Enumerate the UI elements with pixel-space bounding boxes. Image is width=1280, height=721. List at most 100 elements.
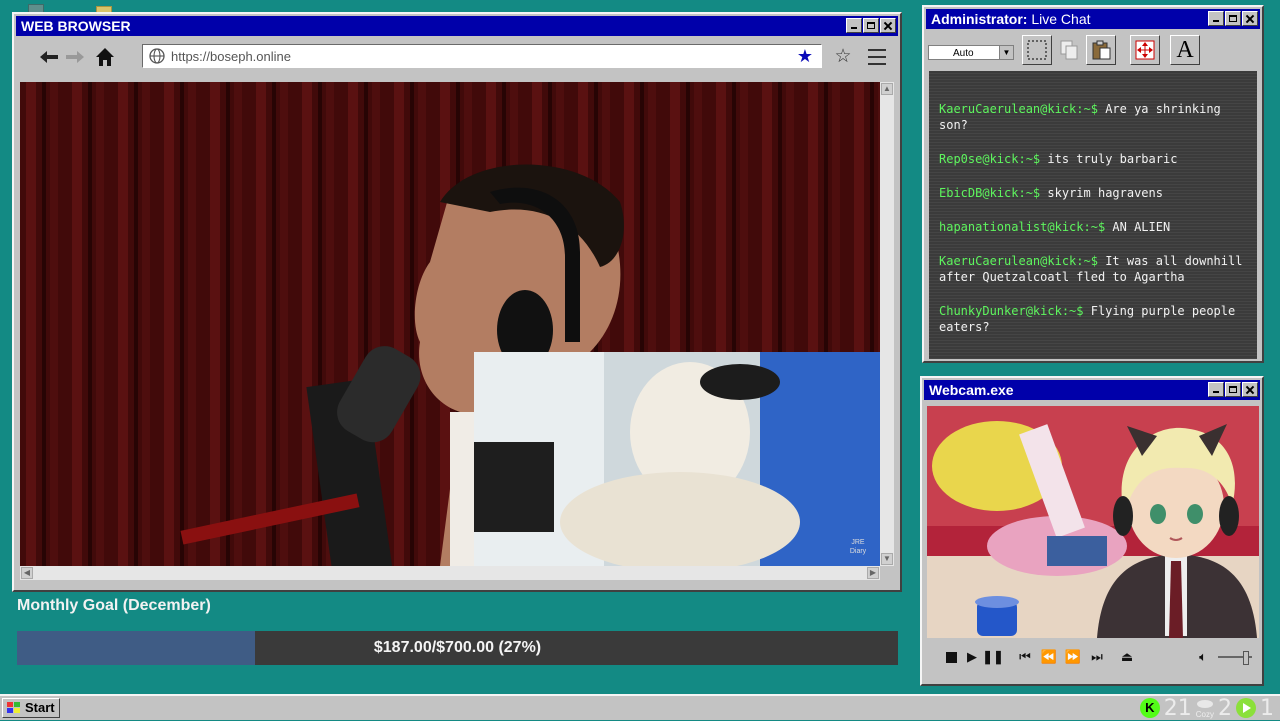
media-controls: ▶ ❚❚ ⏮ ⏪ ⏩ ⏭ ⏏ 🔈︎	[927, 642, 1259, 672]
font-size-value: Auto	[953, 48, 974, 59]
volume-button[interactable]: 🔈︎	[1191, 646, 1215, 668]
volume-slider[interactable]	[1215, 646, 1255, 668]
skip-back-button[interactable]: ⏮	[1013, 646, 1037, 668]
anime-avatar-image	[927, 406, 1259, 638]
select-tool-button[interactable]	[1022, 35, 1052, 65]
fast-forward-icon: ⏩	[1064, 649, 1082, 664]
copy-icon	[1060, 40, 1078, 60]
menu-button[interactable]	[864, 44, 890, 70]
maximize-button[interactable]	[863, 18, 879, 33]
horizontal-scrollbar[interactable]: ◀ ▶	[20, 566, 880, 580]
forward-arrow-icon	[66, 51, 84, 63]
chat-message: ChunkyDunker@kick:~$ Flying purple peopl…	[939, 303, 1247, 335]
move-button[interactable]	[1130, 35, 1160, 65]
pause-button[interactable]: ❚❚	[982, 646, 1004, 668]
chat-username[interactable]: KaeruCaerulean@kick:~$	[939, 254, 1098, 268]
cozy-label: Cozy	[1195, 709, 1214, 719]
chat-message-list: KaeruCaerulean@kick:~$ Are ya shrinking …	[939, 101, 1247, 353]
stop-icon	[945, 651, 957, 663]
stop-button[interactable]	[941, 646, 961, 668]
font-button[interactable]: A	[1170, 35, 1200, 65]
fast-forward-button[interactable]: ⏩	[1061, 646, 1085, 668]
paste-icon	[1092, 40, 1111, 60]
font-letter-icon: A	[1176, 36, 1194, 63]
paste-button[interactable]	[1086, 35, 1116, 65]
rewind-button[interactable]: ⏪	[1037, 646, 1061, 668]
bookmark-star-button[interactable]: ☆	[830, 44, 856, 70]
cloud-icon	[1196, 699, 1213, 708]
chat-window-controls	[1208, 11, 1258, 26]
close-button[interactable]	[1242, 11, 1258, 26]
chat-username[interactable]: Rep0se@kick:~$	[939, 152, 1040, 166]
chat-title-bold: Administrator:	[931, 11, 1028, 27]
chat-text: skyrim hagravens	[1047, 186, 1163, 200]
forward-button[interactable]	[62, 44, 88, 70]
browser-title: WEB BROWSER	[21, 18, 131, 34]
minimize-button[interactable]	[1208, 382, 1224, 397]
scroll-down-arrow-icon[interactable]: ▼	[881, 553, 893, 565]
maximize-button[interactable]	[1225, 382, 1241, 397]
goal-progress-text: $187.00/$700.00 (27%)	[373, 639, 542, 656]
tray-count-2: 2	[1218, 695, 1232, 721]
address-bar[interactable]: https://boseph.online ★	[142, 44, 822, 68]
video-viewport[interactable]: JRE Diary	[20, 82, 880, 566]
scroll-up-arrow-icon[interactable]: ▲	[881, 83, 893, 95]
play-button[interactable]: ▶	[961, 646, 983, 668]
back-button[interactable]	[36, 44, 62, 70]
minimize-button[interactable]	[1208, 11, 1224, 26]
windows-logo-icon	[7, 702, 21, 714]
monthly-goal-label: Monthly Goal (December)	[17, 597, 211, 614]
cozy-icon[interactable]: Cozy	[1196, 698, 1214, 719]
copy-button[interactable]	[1054, 35, 1084, 65]
start-label: Start	[25, 700, 55, 715]
chat-message-area[interactable]: KaeruCaerulean@kick:~$ Are ya shrinking …	[929, 71, 1257, 359]
close-button[interactable]	[1242, 382, 1258, 397]
chat-username[interactable]: hapanationalist@kick:~$	[939, 220, 1105, 234]
pause-icon: ❚❚	[982, 649, 1004, 664]
live-chat-window: Administrator: Live Chat Auto ▼ A KaeruC…	[922, 5, 1264, 363]
scroll-left-arrow-icon[interactable]: ◀	[21, 567, 33, 579]
home-button[interactable]	[92, 44, 118, 70]
scroll-right-arrow-icon[interactable]: ▶	[867, 567, 879, 579]
volume-thumb[interactable]	[1243, 651, 1249, 665]
webcam-title: Webcam.exe	[929, 382, 1014, 398]
globe-icon	[149, 48, 165, 64]
chat-message: Rep0se@kick:~$ its truly barbaric	[939, 151, 1247, 167]
tray-count: 21	[1163, 695, 1192, 721]
monthly-goal-progress-bar: $187.00/$700.00 (27%)	[17, 631, 898, 665]
chat-message: KaeruCaerulean@kick:~$ Are ya shrinking …	[939, 101, 1247, 133]
stream-video-frame: JRE Diary	[20, 82, 880, 566]
play-circle-icon[interactable]	[1236, 698, 1256, 718]
chat-username[interactable]: EbicDB@kick:~$	[939, 186, 1040, 200]
skip-forward-button[interactable]: ⏭	[1085, 646, 1109, 668]
star-outline-icon: ☆	[834, 46, 852, 67]
font-size-combo[interactable]: Auto ▼	[928, 45, 1014, 60]
hamburger-menu-icon	[864, 49, 890, 65]
minimize-button[interactable]	[846, 18, 862, 33]
marquee-select-icon	[1027, 40, 1047, 60]
vertical-scrollbar[interactable]: ▲ ▼	[880, 82, 894, 566]
webcam-window: Webcam.exe ▶ ❚❚ ⏮ ⏪ ⏩ ⏭ ⏏ 🔈︎	[920, 376, 1264, 686]
chat-message: hapanationalist@kick:~$ AN ALIEN	[939, 219, 1247, 235]
chat-text: AN ALIEN	[1112, 220, 1171, 234]
webcam-title-bar[interactable]: Webcam.exe	[924, 380, 1260, 400]
kick-logo-icon[interactable]: K	[1139, 698, 1160, 718]
browser-title-bar[interactable]: WEB BROWSER	[16, 16, 898, 36]
chat-username[interactable]: KaeruCaerulean@kick:~$	[939, 102, 1098, 116]
chat-username[interactable]: ChunkyDunker@kick:~$	[939, 304, 1084, 318]
webcam-window-controls	[1208, 382, 1258, 397]
svg-text:JRE: JRE	[851, 539, 865, 546]
web-browser-window: WEB BROWSER https://boseph.online ★ ☆ JR…	[12, 12, 902, 592]
rewind-icon: ⏪	[1040, 649, 1058, 664]
chat-title-bar[interactable]: Administrator: Live Chat	[926, 9, 1260, 29]
bookmarked-star-icon[interactable]: ★	[797, 46, 813, 67]
taskbar: Start K 21 Cozy 2 1	[0, 694, 1280, 721]
browser-nav-bar: https://boseph.online ★ ☆	[20, 42, 894, 72]
chevron-down-icon[interactable]: ▼	[999, 46, 1013, 59]
close-button[interactable]	[880, 18, 896, 33]
maximize-button[interactable]	[1225, 11, 1241, 26]
play-icon: ▶	[967, 649, 977, 664]
start-button[interactable]: Start	[2, 698, 60, 718]
tray-count-3: 1	[1260, 695, 1274, 721]
eject-button[interactable]: ⏏	[1115, 646, 1139, 668]
